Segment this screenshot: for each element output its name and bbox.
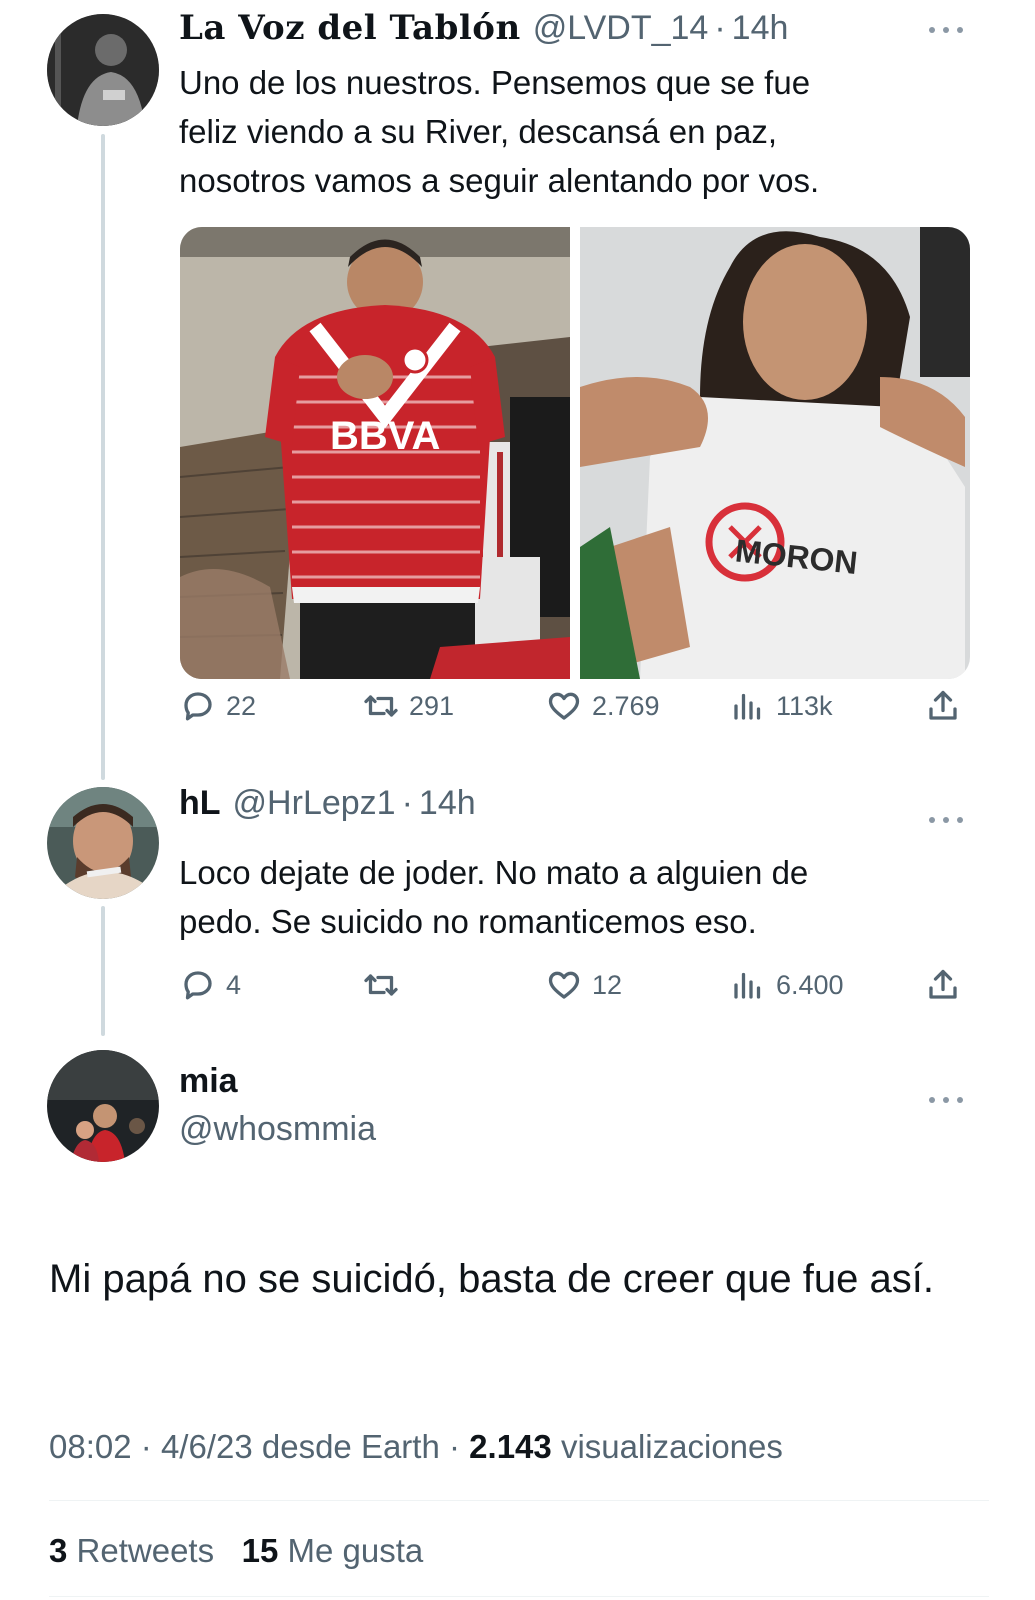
share-icon xyxy=(929,690,957,720)
share-button[interactable] xyxy=(925,967,961,1003)
media-image[interactable]: BBVA xyxy=(180,227,570,679)
avatar[interactable] xyxy=(47,1050,159,1162)
likes-stat[interactable]: 15 Me gusta xyxy=(242,1532,424,1569)
retweets-label: Retweets xyxy=(76,1532,215,1569)
thread-line xyxy=(101,906,105,1036)
tweet-handle-row: @whosmmia xyxy=(179,1110,376,1149)
reply-count: 4 xyxy=(226,969,242,1000)
tweet-text: Uno de los nuestros. Pensemos que se fue… xyxy=(179,64,820,199)
views-count: 113k xyxy=(776,690,833,721)
tweet-stats: 3 Retweets 15 Me gusta xyxy=(49,1532,423,1570)
more-icon[interactable] xyxy=(929,27,963,35)
views-icon xyxy=(734,693,761,720)
timestamp[interactable]: 14h xyxy=(419,784,476,823)
reply-count: 22 xyxy=(226,690,257,721)
separator: · xyxy=(449,1428,460,1465)
media-grid[interactable]: BBVA MORON xyxy=(180,227,970,679)
likes-count: 15 xyxy=(241,1532,279,1569)
reply-icon xyxy=(184,692,212,721)
tweet-header: La Voz del Tablón @LVDT_14 · 14h xyxy=(179,8,788,48)
shirt-text: BBVA xyxy=(330,414,440,458)
more-icon[interactable] xyxy=(929,817,963,825)
retweet-icon xyxy=(364,695,398,717)
retweet-count: 291 xyxy=(409,690,455,721)
display-name[interactable]: La Voz del Tablón xyxy=(179,8,521,48)
source: desde Earth xyxy=(261,1428,440,1465)
like-count: 12 xyxy=(592,969,623,1000)
reply-button[interactable]: 4 xyxy=(180,967,241,1003)
timestamp[interactable]: 14h xyxy=(732,9,789,48)
tweet-actions: 4 12 6.400 xyxy=(180,967,990,1007)
timestamp[interactable]: 08:02 xyxy=(49,1428,132,1465)
reply-icon xyxy=(184,971,212,1000)
tweet-header: mia xyxy=(179,1062,238,1101)
tweet-text: Loco dejate de joder. No mato a alguien … xyxy=(179,854,809,940)
retweets-count: 3 xyxy=(49,1532,68,1569)
divider xyxy=(49,1596,989,1597)
date[interactable]: 4/6/23 xyxy=(161,1428,253,1465)
reply-button[interactable]: 22 xyxy=(180,688,256,724)
views-icon xyxy=(734,972,761,999)
retweet-button[interactable]: 291 xyxy=(363,688,454,724)
views-label: visualizaciones xyxy=(560,1428,783,1465)
views-count: 6.400 xyxy=(776,969,844,1000)
handle[interactable]: @HrLepz1 xyxy=(233,784,396,823)
like-icon xyxy=(548,971,580,999)
tweet-text: Mi papá no se suicidó, basta de creer qu… xyxy=(49,1257,934,1301)
separator: · xyxy=(140,1428,152,1465)
separator: · xyxy=(401,784,413,822)
more-icon[interactable] xyxy=(929,1097,963,1105)
retweet-button[interactable] xyxy=(363,967,409,1003)
views-button[interactable]: 6.400 xyxy=(730,967,844,1003)
share-button[interactable] xyxy=(925,688,961,724)
views-button[interactable]: 113k xyxy=(730,688,833,724)
media-image[interactable]: MORON xyxy=(580,227,970,679)
like-button[interactable]: 2.769 xyxy=(546,688,660,724)
retweet-icon xyxy=(364,974,398,996)
display-name[interactable]: mia xyxy=(179,1062,238,1101)
like-count: 2.769 xyxy=(592,690,660,721)
handle[interactable]: @whosmmia xyxy=(179,1110,376,1149)
like-icon xyxy=(548,692,580,720)
retweets-stat[interactable]: 3 Retweets xyxy=(49,1532,214,1569)
tweet-actions: 22 291 2.769 113k xyxy=(180,688,990,728)
avatar[interactable] xyxy=(47,787,159,899)
tweet-meta: 08:02 · 4/6/23 desde Earth · 2.143 visua… xyxy=(49,1428,783,1466)
separator: · xyxy=(714,9,726,47)
like-button[interactable]: 12 xyxy=(546,967,622,1003)
tweet-header: hL @HrLepz1 · 14h xyxy=(179,784,476,823)
thread-line xyxy=(101,134,105,780)
display-name[interactable]: hL xyxy=(179,784,221,823)
views-count: 2.143 xyxy=(469,1428,552,1465)
handle[interactable]: @LVDT_14 xyxy=(533,9,709,48)
share-icon xyxy=(929,969,957,999)
divider xyxy=(49,1500,989,1501)
likes-label: Me gusta xyxy=(287,1532,424,1569)
avatar[interactable] xyxy=(47,14,159,126)
